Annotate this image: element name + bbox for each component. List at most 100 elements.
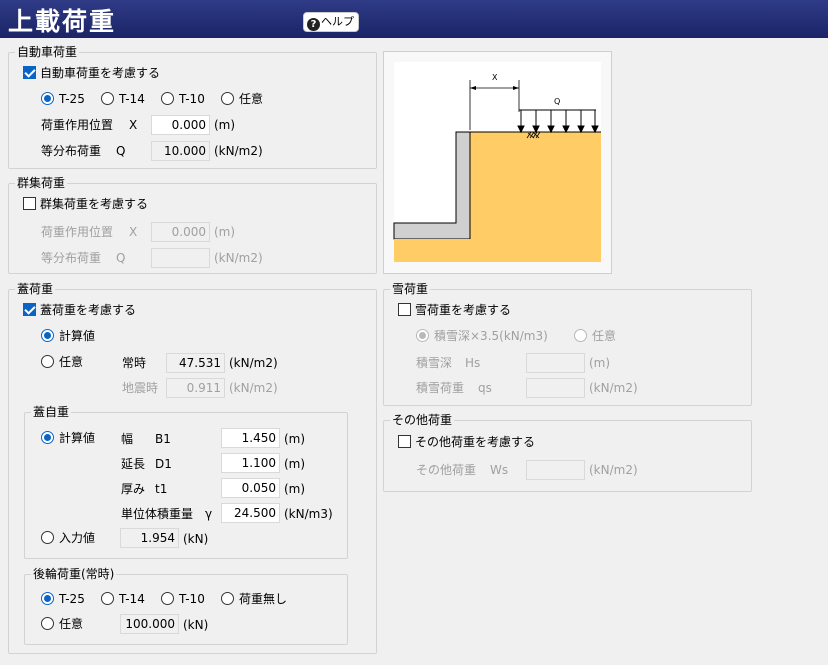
thickness-unit: (m) [284,482,306,496]
rear-any-unit: (kN) [183,618,209,632]
rear-radio-t25[interactable]: T-25 [41,591,85,607]
thickness-label: 厚み [121,482,146,496]
thickness-input[interactable]: 0.050 [221,478,280,498]
other-load-label: その他荷重 [416,463,477,477]
other-load-input[interactable] [526,460,585,480]
radio-selected-icon [41,592,54,605]
radio-icon [101,592,114,605]
radio-label: 任意 [59,617,84,631]
crowd-pos-unit: (m) [214,225,236,239]
rear-radio-none[interactable]: 荷重無し [221,591,287,607]
cover-normal-unit: (kN/m2) [229,356,278,370]
radio-selected-icon [416,329,429,342]
radio-icon [161,92,174,105]
radio-label: 積雪深×3.5(kN/m3) [434,329,548,343]
radio-icon [101,92,114,105]
unit-weight-label: 単位体積重量 [121,507,194,521]
radio-label: T-14 [119,92,145,106]
radio-t25[interactable]: T-25 [41,91,85,107]
length-label: 延長 [121,457,146,471]
help-label: ヘルプ [321,15,354,28]
self-input-unit: (kN) [183,532,209,546]
vehicle-load-value: 10.000 [151,141,210,161]
crowd-load-input[interactable] [151,248,210,268]
vehicle-load-label: 等分布荷重 [41,144,102,158]
radio-label: T-25 [59,92,85,106]
radio-selected-icon [41,329,54,342]
snow-load-title: 雪荷重 [390,281,431,297]
load-diagram-svg: X Q [384,52,611,273]
rear-radio-t10[interactable]: T-10 [161,591,205,607]
checkbox-icon [23,197,36,210]
snow-radio-any[interactable]: 任意 [574,328,616,344]
radio-any[interactable]: 任意 [221,91,263,107]
radio-selected-icon [41,92,54,105]
radio-t14[interactable]: T-14 [101,91,145,107]
crowd-load-unit: (kN/m2) [214,251,263,265]
other-load-title: その他荷重 [390,412,455,428]
length-input[interactable]: 1.100 [221,453,280,473]
snow-radio-depth[interactable]: 積雪深×3.5(kN/m3) [416,328,548,344]
other-load-checkbox-label: その他荷重を考慮する [415,435,536,449]
thickness-symbol: t1 [155,482,168,496]
vehicle-load-checkbox[interactable]: 自動車荷重を考慮する [23,65,160,81]
snow-load-unit: (kN/m2) [589,381,638,395]
radio-icon [161,592,174,605]
crowd-load-checkbox[interactable]: 群集荷重を考慮する [23,196,148,212]
q-load-label: Q [554,97,560,106]
vehicle-pos-symbol: X [129,118,138,132]
radio-label: 任意 [59,355,84,369]
radio-t10[interactable]: T-10 [161,91,205,107]
cover-load-checkbox[interactable]: 蓋荷重を考慮する [23,302,136,318]
cover-normal-label: 常時 [122,356,147,370]
unit-weight-symbol: γ [205,507,213,521]
cover-load-checkbox-label: 蓋荷重を考慮する [40,303,137,317]
crowd-load-symbol: Q [116,251,126,265]
rear-wheel-load-group: 後輪荷重(常時) [24,566,348,645]
cover-quake-value: 0.911 [166,378,225,398]
page-title: 上載荷重 [8,7,117,36]
help-button[interactable]: ? ヘルプ [303,12,359,32]
self-radio-input[interactable]: 入力値 [41,530,95,546]
vehicle-load-symbol: Q [116,144,126,158]
other-load-symbol: Ws [490,463,509,477]
crowd-pos-input[interactable]: 0.000 [151,222,210,242]
vehicle-load-checkbox-label: 自動車荷重を考慮する [40,66,161,80]
vehicle-pos-input[interactable]: 0.000 [151,115,210,135]
unit-weight-unit: (kN/m3) [284,507,333,521]
header-bar: 上載荷重 ? ヘルプ [0,0,828,38]
crowd-load-checkbox-label: 群集荷重を考慮する [40,197,149,211]
vehicle-load-title: 自動車荷重 [15,44,80,60]
radio-label: 任意 [592,329,617,343]
cover-normal-value: 47.531 [166,353,225,373]
radio-icon [574,329,587,342]
question-icon: ? [307,18,320,31]
snow-depth-unit: (m) [589,356,611,370]
cover-radio-any[interactable]: 任意 [41,354,83,370]
snow-depth-symbol: Hs [465,356,481,370]
cover-load-title: 蓋荷重 [15,281,56,297]
other-load-group: その他荷重 [383,412,752,492]
snow-load-input[interactable] [526,378,585,398]
radio-label: T-10 [179,92,205,106]
rear-radio-t14[interactable]: T-14 [101,591,145,607]
checkbox-checked-icon [23,303,36,316]
radio-label: 計算値 [59,329,96,343]
snow-load-symbol: qs [478,381,492,395]
radio-selected-icon [41,431,54,444]
self-radio-calc[interactable]: 計算値 [41,430,95,446]
radio-label: 任意 [239,92,264,106]
cover-radio-calc[interactable]: 計算値 [41,328,95,344]
snow-load-checkbox[interactable]: 雪荷重を考慮する [398,302,511,318]
unit-weight-input[interactable]: 24.500 [221,503,280,523]
radio-icon [221,592,234,605]
snow-depth-input[interactable] [526,353,585,373]
other-load-checkbox[interactable]: その他荷重を考慮する [398,434,535,450]
checkbox-checked-icon [23,66,36,79]
radio-label: T-25 [59,592,85,606]
x-dimension-label: X [492,73,498,82]
snow-load-label: 積雪荷重 [416,381,465,395]
cover-quake-label: 地震時 [122,381,159,395]
width-input[interactable]: 1.450 [221,428,280,448]
rear-radio-any[interactable]: 任意 [41,616,83,632]
